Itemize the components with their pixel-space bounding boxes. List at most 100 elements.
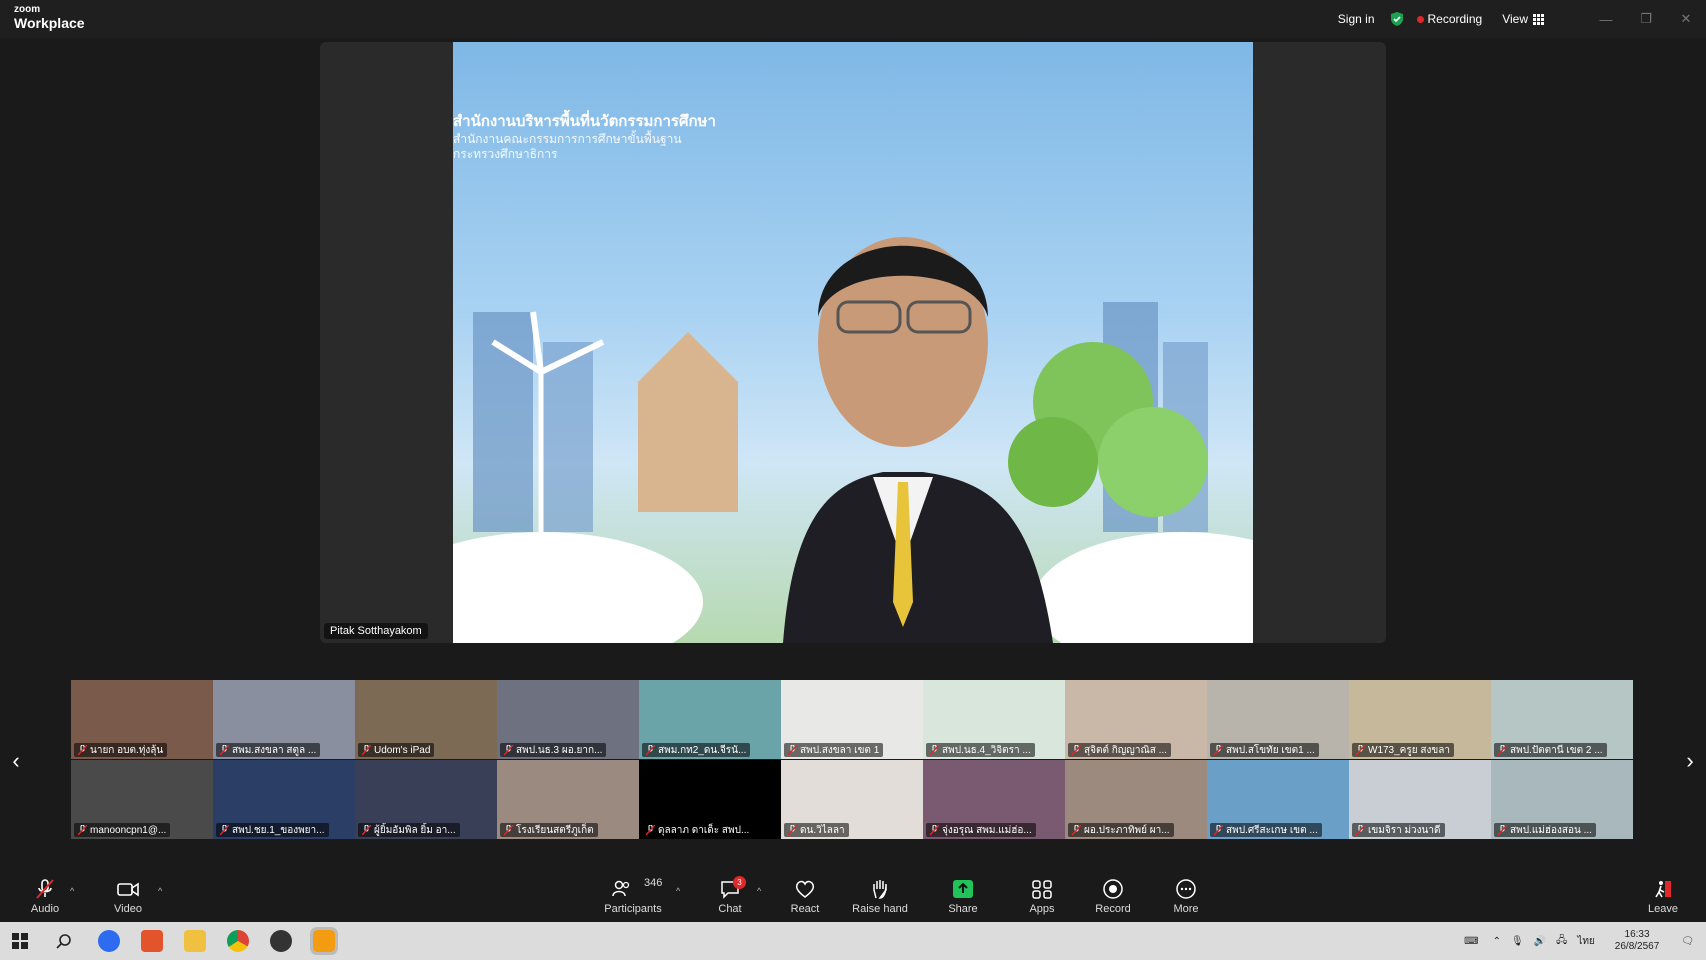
chevron-left-icon[interactable]: ‹ [6,748,26,774]
slides-app-icon[interactable] [141,930,163,952]
participant-name-label: นายก อบต.ทุ่งลุ้น [74,743,168,757]
microphone-muted-icon [362,745,371,755]
notifications-icon[interactable]: 🗨 [1681,936,1694,947]
microphone-muted-icon [504,745,513,755]
more-icon [1176,879,1196,899]
participant-name: สพป.ศรีสะเกษ เขต ... [1226,824,1318,836]
participant-tile[interactable]: ดน.วิไลลา [781,760,923,839]
participant-tile[interactable]: โรงเรียนสตรีภูเก็ต [497,760,639,839]
clock-date: 26/8/2567 [1614,941,1660,952]
react-label: React [790,903,820,915]
chat-badge: 3 [733,876,746,889]
microphone-icon[interactable]: 🎙 [1511,936,1524,947]
apps-icon [1032,880,1052,899]
microphone-muted-icon [504,825,513,835]
microphone-muted-icon [1214,825,1223,835]
chrome-icon[interactable] [227,930,249,952]
share-screen-icon [953,880,973,898]
participant-tile[interactable]: สพป.สงขลา เขต 1 [781,680,923,759]
share-button[interactable]: Share [928,878,998,915]
participant-tile[interactable]: W173_ครูย สงขลา [1349,680,1491,759]
media-app-icon[interactable] [270,930,292,952]
video-caret-icon[interactable]: ^ [158,886,162,896]
windows-taskbar: ⌨ ⌃ 🎙 🔊 🖧 ไทย 16:33 26/8/2567 🗨 [0,922,1706,960]
participant-gallery-strip: นายก อบต.ทุ่งลุ้น สพม.สงขลา สตูล ... Udom'… [71,680,1635,840]
participant-name-label: สพม.สงขลา สตูล ... [216,743,321,757]
participants-caret-icon[interactable]: ^ [676,886,680,896]
participant-tile[interactable]: ผู้ยิ้มอัมพิล ยิ้ม อา... [355,760,497,839]
chevron-up-icon[interactable]: ⌃ [1493,936,1501,947]
audio-label: Audio [30,903,60,915]
participant-tile[interactable]: สุจิตต์ กิญญาณิส ... [1065,680,1207,759]
logo-bottom: Workplace [14,15,85,31]
react-button[interactable]: React [770,878,840,915]
participant-tile[interactable]: manooncpn1@... [71,760,213,839]
participant-name-label: สพป.นธ.4_วิจิตรา ... [926,743,1035,757]
keyboard-icon[interactable]: ⌨ [1464,936,1478,947]
active-app-icon[interactable] [310,927,338,955]
participant-tile[interactable]: สพป.นธ.4_วิจิตรา ... [923,680,1065,759]
participant-name-label: สุจิตต์ กิญญาณิส ... [1068,743,1171,757]
participant-name-label: โรงเรียนสตรีภูเก็ต [500,823,598,837]
participant-tile[interactable]: สพม.สงขลา สตูล ... [213,680,355,759]
restore-icon[interactable]: ❐ [1626,11,1666,27]
participant-tile[interactable]: สพม.กท2_ดน.จีรนั... [639,680,781,759]
microphone-muted-icon [78,745,87,755]
audio-button[interactable]: Audio [10,878,80,915]
participant-tile[interactable]: สพป.ศรีสะเกษ เขต ... [1207,760,1349,839]
participant-tile[interactable]: จุ่งอรุณ สพม.แม่ฮ่อ... [923,760,1065,839]
view-button[interactable]: View [1502,12,1544,26]
participants-button[interactable]: 346 Participants [598,877,668,915]
audio-caret-icon[interactable]: ^ [70,886,74,896]
leave-button[interactable]: Leave [1628,878,1698,915]
participant-name: W173_ครูย สงขลา [1368,744,1450,756]
participant-tile[interactable]: สพป.สโขทัย เขต1 ... [1207,680,1349,759]
participant-tile[interactable]: Udom's iPad [355,680,497,759]
participant-name: สพป.สโขทัย เขต1 ... [1226,744,1315,756]
record-button[interactable]: Record [1078,878,1148,915]
microphone-muted-icon [1072,745,1081,755]
video-button[interactable]: Video [93,878,163,915]
participant-tile[interactable]: นายก อบต.ทุ่งลุ้น [71,680,213,759]
clock[interactable]: 16:33 26/8/2567 [1615,929,1660,954]
participant-tile[interactable]: เขมจิรา ม่วงนาดี [1349,760,1491,839]
record-label: Record [1095,903,1131,915]
participant-name-label: สพป.ชย.1_ของพยา... [216,823,329,837]
raise-hand-button[interactable]: Raise hand [845,878,915,915]
speaker-video: สำนักงานบริหารพื้นที่นวัตกรรมการศึกษา สำ… [453,42,1253,643]
logo-top: zoom [14,4,41,15]
zoom-app-icon[interactable] [98,930,120,952]
apps-button[interactable]: Apps [1007,878,1077,915]
more-button[interactable]: More [1151,878,1221,915]
minimize-icon[interactable]: — [1586,12,1626,27]
sign-in-button[interactable]: Sign in [1338,12,1375,26]
chevron-right-icon[interactable]: › [1680,748,1700,774]
participant-tile[interactable]: ผอ.ประภาทิพย์ ผา... [1065,760,1207,839]
file-explorer-icon[interactable] [184,930,206,952]
language-indicator[interactable]: ไทย [1577,934,1594,949]
heart-icon [795,880,815,898]
recording-indicator[interactable]: Recording [1416,12,1482,26]
participant-tile[interactable]: ดุลลาภ ดาเด็ะ สพป... [639,760,781,839]
participant-name: สพป.นธ.3 ผอ.ยาก... [516,744,603,756]
participant-name-label: สพป.สงขลา เขต 1 [784,743,884,757]
microphone-muted-icon [788,745,797,755]
speaker-volume-icon[interactable]: 🔊 [1534,936,1546,947]
network-icon[interactable]: 🖧 [1556,933,1567,950]
participant-name: สพป.ชย.1_ของพยา... [232,824,325,836]
participant-name: สพม.กท2_ดน.จีรนั... [658,744,747,756]
chat-caret-icon[interactable]: ^ [757,886,761,896]
active-speaker-stage[interactable]: สำนักงานบริหารพื้นที่นวัตกรรมการศึกษา สำ… [320,42,1386,643]
chat-label: Chat [718,903,742,915]
participant-tile[interactable]: สพป.ชย.1_ของพยา... [213,760,355,839]
participant-name-label: manooncpn1@... [74,823,171,837]
windows-start-icon[interactable] [12,933,28,949]
participant-tile[interactable]: สพป.แม่ฮ่องสอน ... [1491,760,1633,839]
chat-button[interactable]: 3 Chat [695,876,765,915]
participant-tile[interactable]: สพป.นธ.3 ผอ.ยาก... [497,680,639,759]
close-icon[interactable]: ✕ [1666,11,1706,27]
search-icon[interactable] [56,933,72,949]
microphone-muted-icon [220,825,229,835]
shield-icon[interactable] [1389,11,1405,27]
participant-tile[interactable]: สพป.ปัตตานี เขต 2 ... [1491,680,1633,759]
